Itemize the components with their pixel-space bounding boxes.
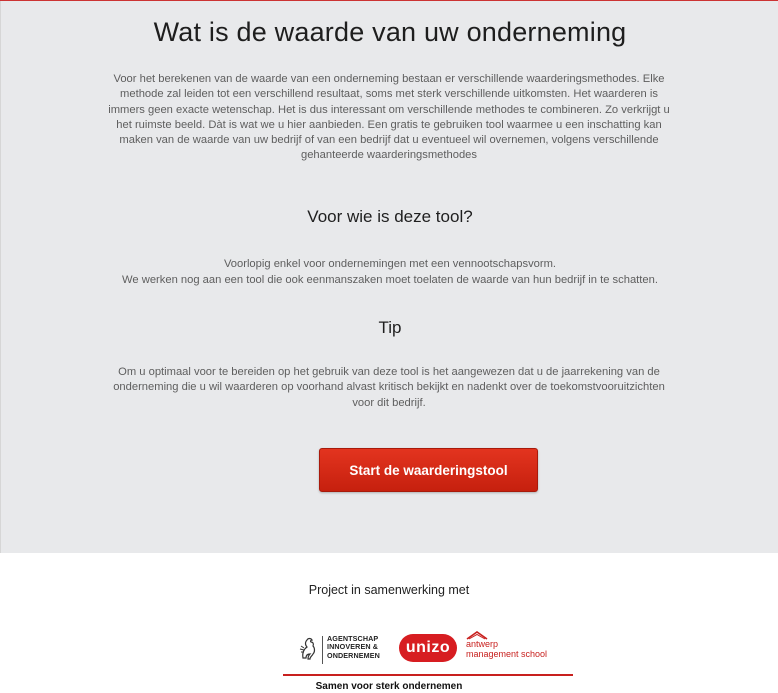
logos-divider: [283, 674, 573, 676]
tip-text: Om u optimaal voor te bereiden op het ge…: [113, 366, 665, 409]
flemish-lion-icon: [299, 637, 316, 660]
agentschap-name: AGENTSCHAP INNOVEREN & ONDERNEMEN: [327, 634, 380, 660]
unizo-logo[interactable]: unizo: [399, 634, 457, 662]
audience-line-2: We werken nog aan een tool die ook eenma…: [122, 274, 658, 286]
tip-heading: Tip: [378, 318, 402, 337]
intro-paragraph: Voor het berekenen van de waarde van een…: [108, 73, 670, 162]
ams-name: antwerp management school: [466, 639, 548, 659]
audience-heading: Voor wie is deze tool?: [307, 207, 473, 226]
tagline: Samen voor sterk ondernemen: [315, 681, 463, 692]
start-tool-button[interactable]: Start de waarderingstool: [319, 448, 538, 492]
agentschap-divider: [322, 636, 323, 664]
audience-text: Voorlopig enkel voor ondernemingen met e…: [81, 256, 699, 288]
partners-heading: Project in samenwerking met: [308, 583, 470, 597]
page-title: Wat is de waarde van uw onderneming: [153, 17, 627, 47]
audience-line-1: Voorlopig enkel voor ondernemingen met e…: [223, 258, 557, 270]
partner-logos: AGENTSCHAP INNOVEREN & ONDERNEMEN unizo …: [283, 628, 573, 676]
ams-logo[interactable]: antwerp management school: [466, 630, 566, 664]
intro-panel: Wat is de waarde van uw onderneming Voor…: [0, 1, 778, 553]
agentschap-logo[interactable]: AGENTSCHAP INNOVEREN & ONDERNEMEN: [299, 632, 409, 672]
